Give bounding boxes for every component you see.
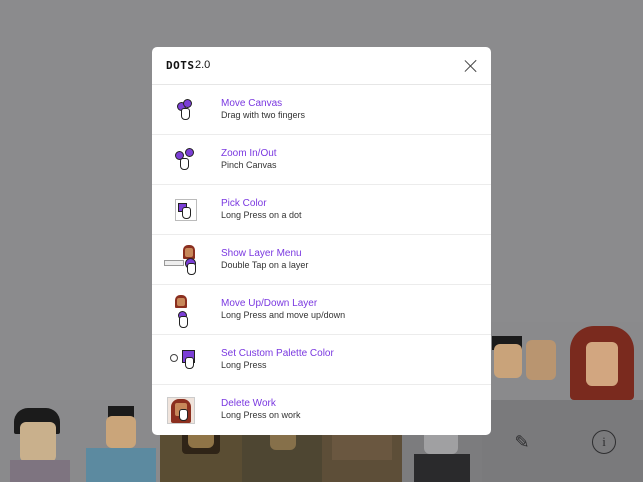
pixel-face — [106, 416, 136, 448]
hand-glyph — [181, 108, 190, 120]
two-finger-drag-icon — [164, 93, 204, 127]
gallery-tile[interactable] — [0, 400, 80, 482]
info-button[interactable]: i — [592, 430, 616, 454]
help-item-palette-color: Set Custom Palette Color Long Press — [152, 335, 491, 385]
finger-dot — [183, 99, 192, 108]
hand-glyph — [179, 409, 188, 421]
edit-icon: ✎ — [514, 432, 530, 452]
help-item-title: Set Custom Palette Color — [221, 348, 334, 359]
help-item-subtitle: Long Press on a dot — [221, 210, 302, 220]
layer-menu-bar — [164, 260, 184, 266]
layer-thumbnail-face — [177, 298, 185, 306]
help-item-subtitle: Drag with two fingers — [221, 110, 306, 120]
pick-color-icon — [164, 193, 204, 227]
help-item-pick-color: Pick Color Long Press on a dot — [152, 185, 491, 235]
palette-glyph — [170, 354, 178, 362]
hand-glyph — [187, 263, 196, 275]
pixel-face — [526, 340, 556, 380]
pixel-face — [20, 422, 56, 462]
help-item-subtitle: Long Press — [221, 360, 267, 370]
pixel-face — [586, 342, 618, 386]
pinch-icon — [164, 143, 204, 177]
help-item-subtitle: Long Press and move up/down — [221, 310, 346, 320]
dialog-header: DOTS 2.0 — [152, 47, 491, 85]
help-item-move-canvas: Move Canvas Drag with two fingers — [152, 85, 491, 135]
help-dialog: DOTS 2.0 Move Canvas Drag with two finge… — [152, 47, 491, 435]
help-item-subtitle: Double Tap on a layer — [221, 260, 309, 270]
layer-thumbnail-face — [185, 248, 193, 257]
help-item-title: Move Canvas — [221, 98, 283, 109]
pixel-body — [10, 460, 70, 482]
gallery-tile[interactable] — [490, 322, 643, 400]
help-item-delete-work: Delete Work Long Press on work — [152, 385, 491, 435]
hand-glyph — [185, 357, 194, 369]
hand-glyph — [180, 158, 189, 170]
app-logo: DOTS — [166, 59, 195, 72]
hand-glyph — [182, 207, 191, 219]
pixel-face — [494, 344, 522, 378]
move-layer-icon — [164, 293, 204, 328]
version-label: 2.0 — [195, 59, 211, 71]
info-icon: i — [602, 434, 606, 449]
finger-dot — [185, 148, 194, 157]
help-item-subtitle: Long Press on work — [221, 410, 301, 420]
palette-color-icon — [164, 343, 204, 377]
help-item-title: Move Up/Down Layer — [221, 298, 318, 309]
help-item-move-layer: Move Up/Down Layer Long Press and move u… — [152, 285, 491, 335]
gallery-tile[interactable] — [80, 400, 160, 482]
help-item-title: Zoom In/Out — [221, 148, 277, 159]
layer-menu-icon — [164, 243, 204, 277]
delete-work-icon — [164, 393, 204, 427]
close-button[interactable] — [463, 58, 479, 74]
hand-glyph — [179, 316, 188, 328]
help-item-layer-menu: Show Layer Menu Double Tap on a layer — [152, 235, 491, 285]
pixel-body — [86, 448, 156, 482]
help-item-subtitle: Pinch Canvas — [221, 160, 277, 170]
help-item-title: Show Layer Menu — [221, 248, 302, 259]
help-item-zoom: Zoom In/Out Pinch Canvas — [152, 135, 491, 185]
help-item-title: Delete Work — [221, 398, 276, 409]
pixel-body — [414, 454, 470, 482]
help-item-title: Pick Color — [221, 198, 267, 209]
edit-button[interactable]: ✎ — [510, 430, 534, 454]
